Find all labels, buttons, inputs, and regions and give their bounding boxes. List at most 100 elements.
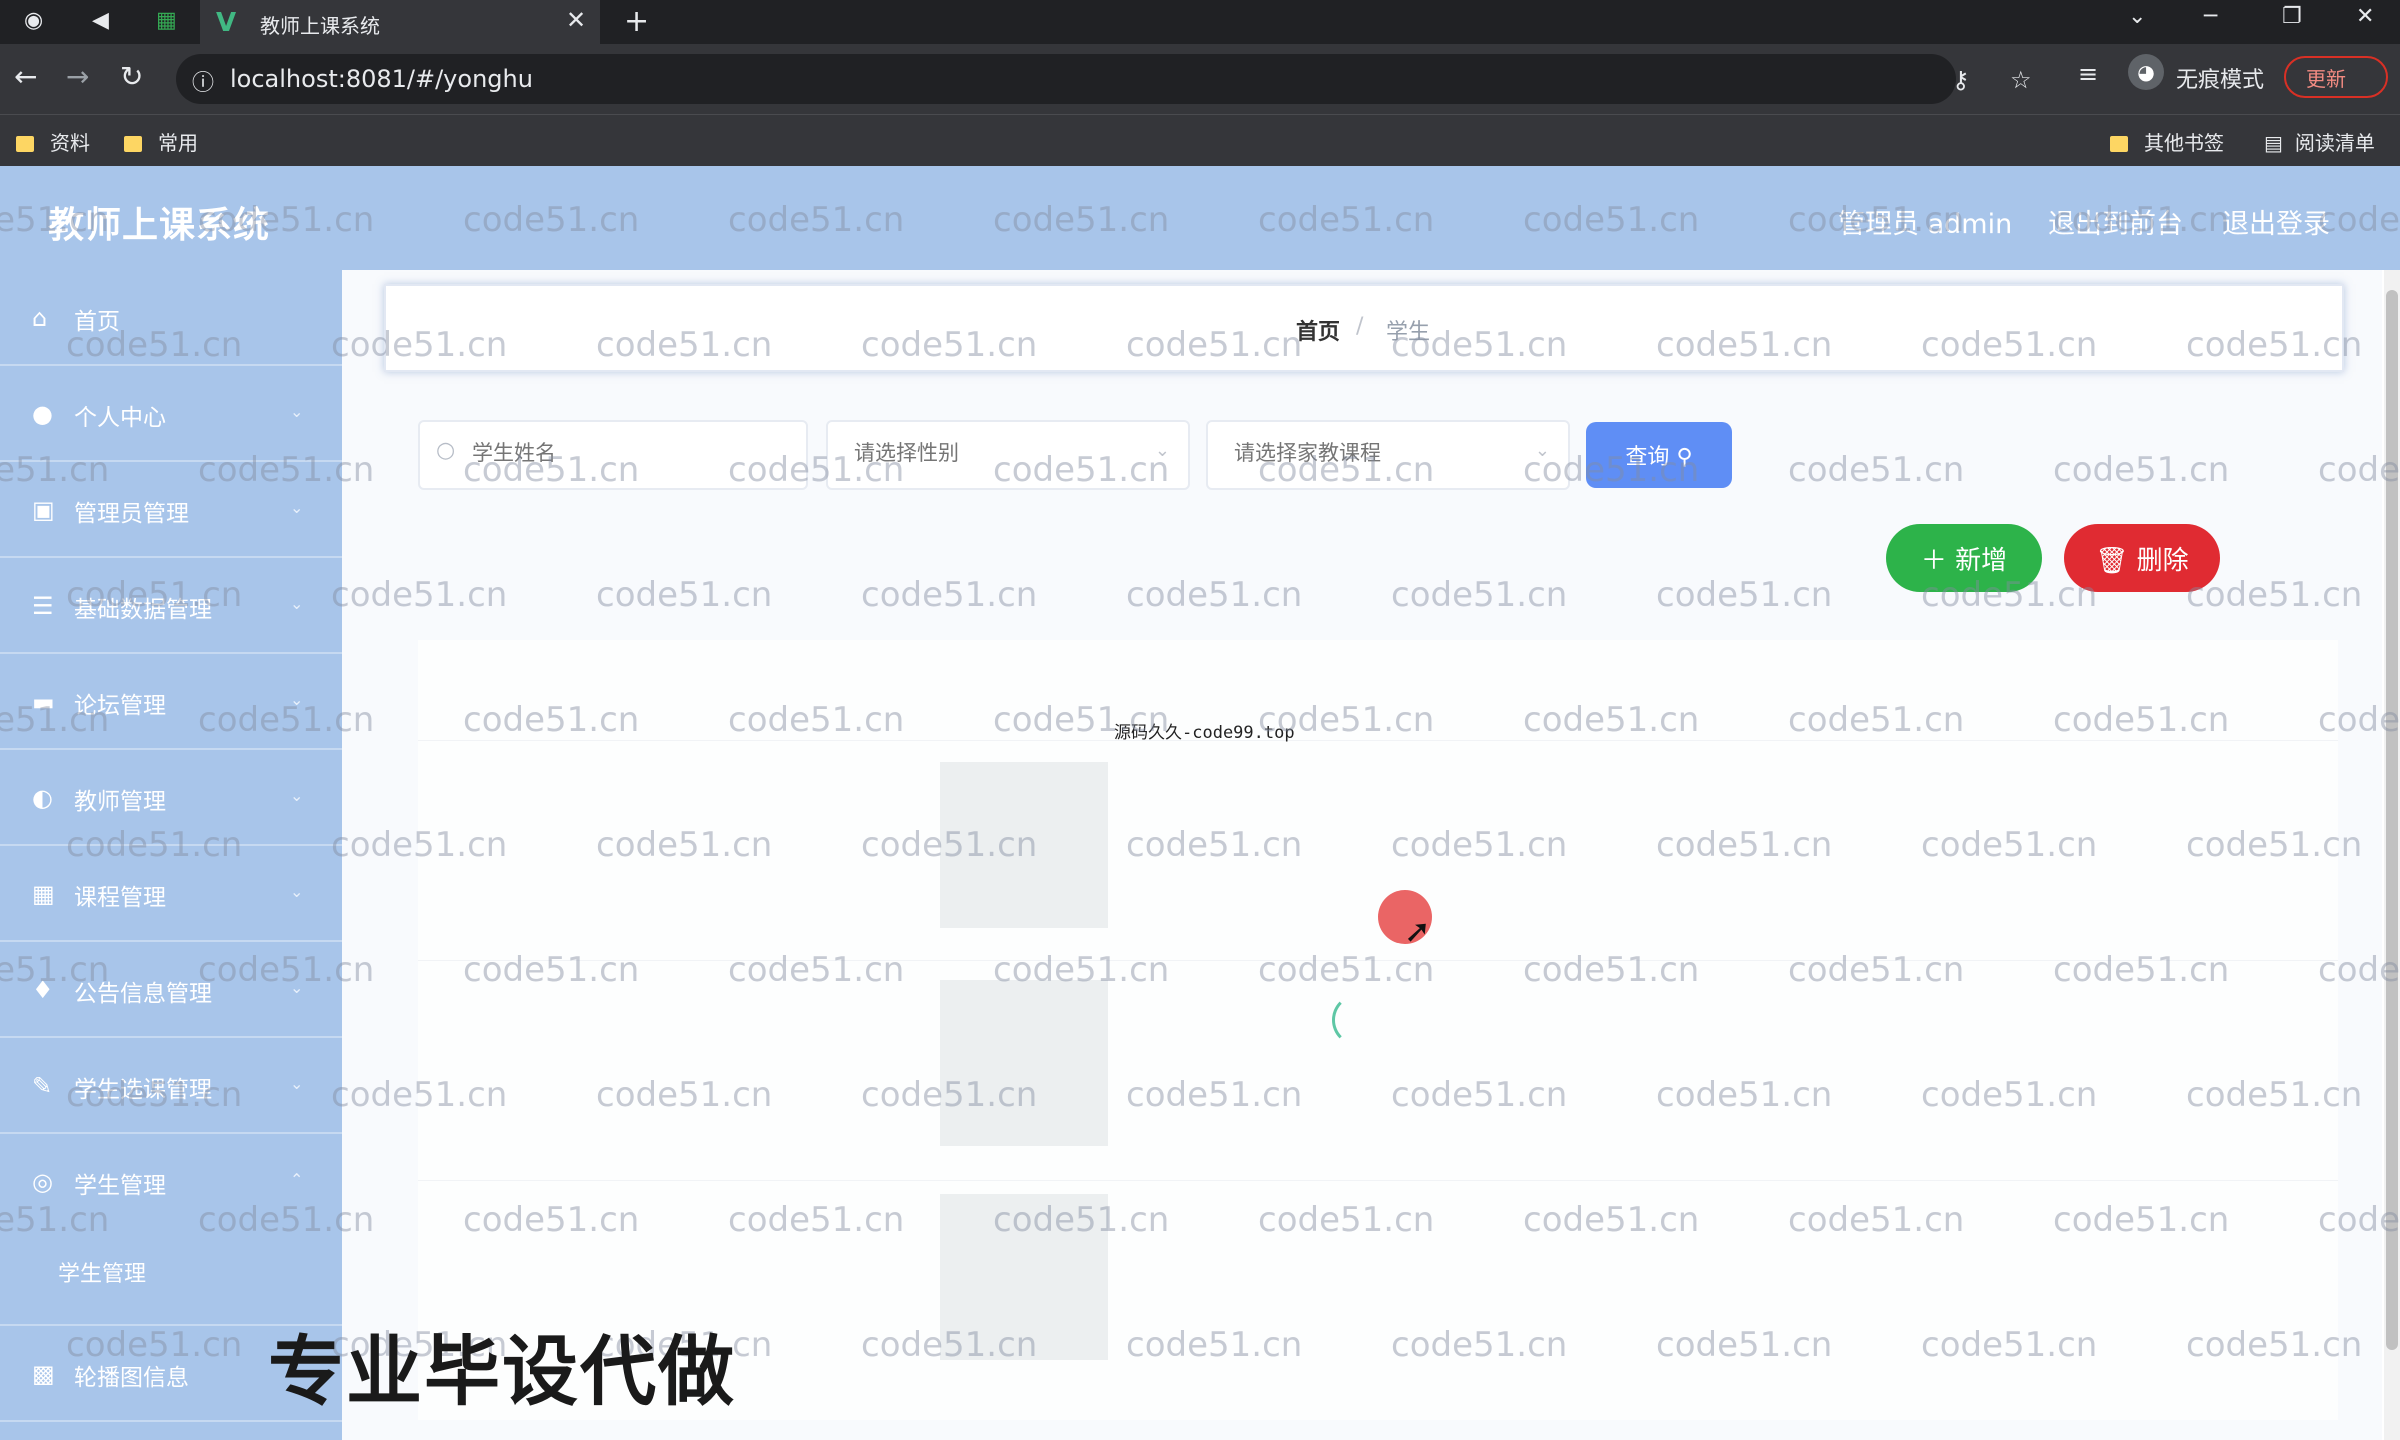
scrollbar-thumb[interactable]	[2386, 290, 2398, 1350]
chevron-down-icon: ⌄	[290, 882, 304, 901]
submenu-student-management[interactable]: 学生管理	[58, 1256, 146, 1288]
sidebar-item-course[interactable]: ▦ 课程管理 ⌄	[0, 846, 342, 942]
student-photo	[940, 1194, 1108, 1360]
sidebar-item-admin[interactable]: ▣ 管理员管理 ⌄	[0, 462, 342, 558]
forum-icon: ▬	[32, 688, 55, 716]
add-button[interactable]: ＋ 新增	[1886, 524, 2042, 592]
loading-text: 源码久久-code99.top	[1114, 723, 1295, 743]
breadcrumb-home[interactable]: 首页	[1296, 314, 1340, 346]
incognito-label: 无痕模式	[2176, 68, 2265, 93]
bookmark-star-icon[interactable]: ☆	[2010, 66, 2032, 94]
url-text[interactable]: localhost:8081/#/yonghu	[230, 65, 533, 93]
sidebar-item-label: 个人中心	[74, 405, 166, 431]
app-header: 教师上课系统 管理员 admin 退出到前台 退出登录	[0, 166, 2400, 270]
user-icon: ●	[32, 400, 53, 428]
course-select[interactable]: ⌄	[1206, 420, 1570, 490]
back-icon[interactable]: ←	[14, 60, 37, 93]
sidebar-item-course-selection[interactable]: ✎ 学生选课管理 ⌄	[0, 1038, 342, 1134]
student-name-search[interactable]: ○	[418, 420, 808, 490]
student-name-input[interactable]	[470, 440, 784, 466]
sidebar-item-student[interactable]: ◎ 学生管理 ⌃	[0, 1134, 342, 1326]
vue-favicon-icon: V	[216, 8, 237, 38]
admin-label: 管理员 admin	[1838, 209, 2013, 240]
folder-icon	[2110, 136, 2128, 152]
sidebar-item-home[interactable]: ⌂ 首页	[0, 270, 342, 366]
student-photo	[940, 762, 1108, 928]
edit-icon: ✎	[32, 1072, 53, 1100]
tab-close-icon[interactable]: ✕	[566, 6, 586, 34]
grid-icon: ▦	[32, 880, 55, 908]
sidebar-item-basic-data[interactable]: ☰ 基础数据管理 ⌄	[0, 558, 342, 654]
sidebar-item-label: 学生管理	[74, 1173, 166, 1199]
back-to-front-link[interactable]: 退出到前台	[2048, 202, 2183, 241]
sidebar-item-label: 论坛管理	[74, 693, 166, 719]
student-photo	[940, 980, 1108, 1146]
folder-icon	[124, 136, 142, 152]
sidebar-item-label: 首页	[74, 309, 120, 335]
chevron-down-icon: ⌄	[290, 594, 304, 613]
sidebar-item-forum[interactable]: ▬ 论坛管理 ⌄	[0, 654, 342, 750]
sidebar-item-label: 公告信息管理	[74, 981, 212, 1007]
bookmark-folder-changyong[interactable]: 常用	[124, 127, 198, 156]
search-icon: ⚲	[1676, 445, 1693, 470]
sheet-favicon-icon[interactable]: ▦	[156, 8, 177, 33]
chevron-down-icon: ⌄	[1154, 440, 1170, 461]
chevron-down-icon: ⌄	[1534, 440, 1550, 461]
active-tab[interactable]: V 教师上课系统 ✕	[200, 0, 600, 44]
incognito-icon: ◕	[2128, 54, 2164, 90]
site-info-icon[interactable]: ⓘ	[192, 65, 214, 97]
sidebar-item-label: 学生选课管理	[74, 1077, 212, 1103]
sidebar-item-label: 课程管理	[74, 885, 166, 911]
sidebar-item-teacher[interactable]: ◐ 教师管理 ⌄	[0, 750, 342, 846]
gender-select[interactable]: ⌄	[826, 420, 1190, 490]
url-field[interactable]: ⓘ localhost:8081/#/yonghu ⚷ ☆	[176, 54, 2032, 104]
notice-icon: ♦	[32, 976, 54, 1004]
chevron-down-icon: ⌄	[290, 1074, 304, 1093]
breadcrumb-separator: /	[1356, 314, 1364, 339]
sidebar-item-notice[interactable]: ♦ 公告信息管理 ⌄	[0, 942, 342, 1038]
key-icon[interactable]: ⚷	[1952, 66, 1970, 94]
tab-search-icon[interactable]: ⌄	[2128, 4, 2146, 29]
breadcrumb: 首页 / 学生	[384, 284, 2344, 372]
window-close-icon[interactable]: ✕	[2356, 4, 2374, 29]
new-tab-icon[interactable]: +	[624, 4, 649, 39]
sidebar-item-label: 教师管理	[74, 789, 166, 815]
table-row-divider	[418, 1180, 2338, 1181]
home-icon: ⌂	[32, 304, 48, 332]
chevron-down-icon: ⌄	[290, 978, 304, 997]
minimize-icon[interactable]: ─	[2204, 4, 2217, 29]
reading-queue-icon[interactable]: ≡	[2078, 60, 2098, 88]
other-bookmarks[interactable]: 其他书签	[2110, 127, 2224, 156]
bookmark-folder-ziliao[interactable]: 资料	[16, 127, 90, 156]
chevron-down-icon: ⌄	[290, 786, 304, 805]
bookmarks-bar: 资料 常用 其他书签 ▤ 阅读清单	[0, 114, 2400, 167]
logout-link[interactable]: 退出登录	[2222, 202, 2330, 241]
restore-icon[interactable]: ❐	[2282, 4, 2302, 29]
teacher-icon: ◐	[32, 784, 53, 812]
chevron-up-icon: ⌃	[290, 1170, 304, 1189]
address-bar: ← → ↻ ⓘ localhost:8081/#/yonghu ⚷ ☆ ≡ ◕ …	[0, 44, 2400, 114]
gender-select-input[interactable]	[852, 440, 1136, 466]
mouse-cursor-icon: ➚	[1404, 912, 1431, 950]
folder-icon	[16, 136, 34, 152]
reload-icon[interactable]: ↻	[120, 60, 143, 93]
mute-icon[interactable]: ◀	[92, 8, 109, 33]
tab-title: 教师上课系统	[260, 14, 380, 38]
forward-icon[interactable]: →	[66, 60, 89, 93]
update-button[interactable]: 更新	[2284, 56, 2388, 98]
list-icon: ☰	[32, 592, 54, 620]
course-select-input[interactable]	[1232, 440, 1516, 466]
sidebar-item-profile[interactable]: ● 个人中心 ⌄	[0, 366, 342, 462]
chevron-down-icon: ⌄	[290, 690, 304, 709]
browser-menu-icon[interactable]: ◉	[24, 8, 43, 33]
reading-list[interactable]: ▤ 阅读清单	[2264, 127, 2375, 156]
query-button[interactable]: 查询 ⚲	[1586, 422, 1732, 488]
table-row-divider	[418, 960, 2338, 961]
search-icon: ○	[436, 438, 456, 463]
loading-spinner	[1332, 994, 1384, 1046]
chevron-down-icon: ⌄	[290, 498, 304, 517]
delete-button[interactable]: 🗑 删除	[2064, 524, 2220, 592]
app-brand: 教师上课系统	[48, 205, 271, 246]
promo-overlay-text: 专业毕设代做	[268, 1327, 736, 1416]
sidebar-item-label: 轮播图信息	[74, 1365, 189, 1391]
